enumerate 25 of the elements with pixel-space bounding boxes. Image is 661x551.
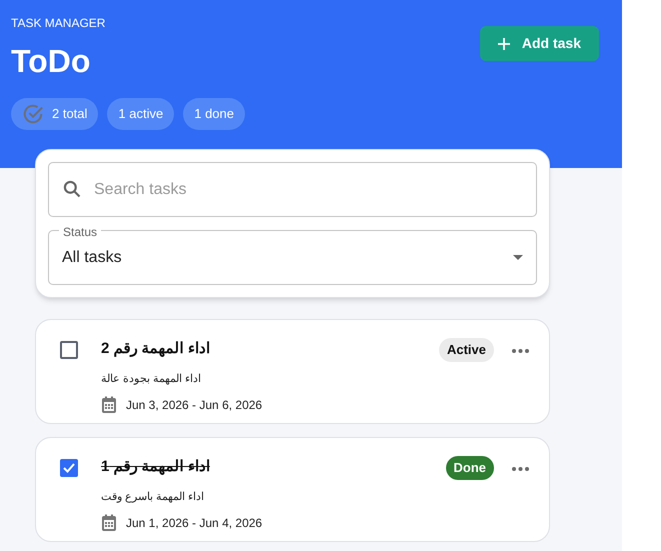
- task-description: اداء المهمة باسرع وقت: [101, 490, 204, 505]
- task-checkbox[interactable]: [60, 341, 78, 359]
- task-dates: Jun 3, 2026 - Jun 6, 2026: [126, 397, 262, 414]
- stat-chip: 1 done: [183, 98, 245, 130]
- task-title: اداء المهمة رقم 1: [101, 457, 210, 477]
- stat-chip: 1 active: [107, 98, 174, 130]
- task-checkbox[interactable]: [60, 459, 78, 477]
- calendar-icon: [101, 396, 117, 414]
- app-eyebrow: TASK MANAGER: [11, 15, 106, 32]
- status-badge: Done: [446, 456, 494, 480]
- plus-icon: [498, 38, 510, 50]
- checkmark-icon: [63, 463, 75, 473]
- search-field[interactable]: Search tasks: [48, 162, 537, 217]
- check-circle-icon: [22, 103, 44, 125]
- stat-chip: 2 total: [11, 98, 98, 130]
- status-badge: Active: [438, 338, 494, 362]
- task-dates: Jun 1, 2026 - Jun 4, 2026: [126, 515, 262, 532]
- task-title: اداء المهمة رقم 2: [101, 339, 210, 359]
- search-icon: [62, 179, 82, 199]
- more-icon: [512, 349, 529, 353]
- task-description: اداء المهمة بجودة عالة: [101, 372, 202, 387]
- more-icon: [512, 467, 529, 471]
- calendar-icon: [101, 514, 117, 532]
- app-title: ToDo: [11, 42, 92, 81]
- caret-icon: [513, 255, 523, 260]
